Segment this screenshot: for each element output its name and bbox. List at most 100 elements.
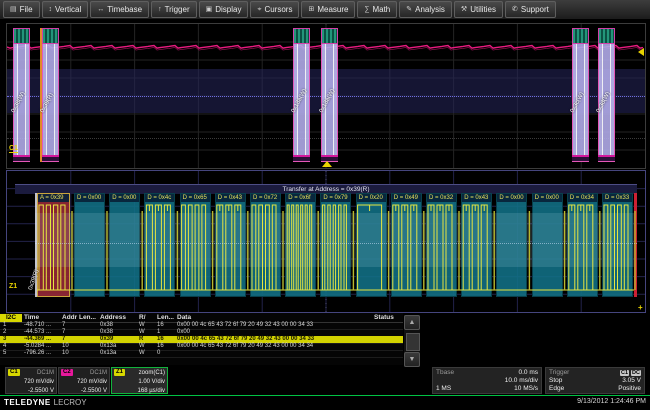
i2c-burst[interactable]: 0x13a(W) <box>321 28 338 162</box>
column-header[interactable]: Addr Len... <box>62 314 96 322</box>
menu-item-utilities[interactable]: ⚒Utilities <box>454 1 503 18</box>
burst-scl-cap <box>321 28 338 44</box>
math-icon: ∑ <box>364 6 369 13</box>
z1-title: zoom(C1) <box>139 370 165 376</box>
burst-bottom <box>572 155 589 162</box>
burst-bottom <box>598 155 615 162</box>
menu-item-measure[interactable]: ⊞Measure <box>301 1 355 18</box>
trigger-source-chip: C1 <box>620 370 629 376</box>
burst-scl-cap <box>598 28 615 44</box>
cell-rw: R <box>139 336 143 343</box>
menu-item-analysis[interactable]: ✎Analysis <box>399 1 452 18</box>
trigger-box[interactable]: Trigger C1DC Stop 3.05 V Edge Positive <box>545 367 645 394</box>
burst-scl-cap <box>293 28 310 44</box>
menu-item-support[interactable]: ✆Support <box>505 1 556 18</box>
column-header[interactable]: R/ <box>139 314 146 322</box>
cell-addr_len: 10 <box>62 350 69 357</box>
cell-rw: W <box>139 350 145 357</box>
column-header[interactable]: Address <box>100 314 126 322</box>
menu-item-trigger[interactable]: ↑Trigger <box>151 1 197 18</box>
burst-scl-cap <box>572 28 589 44</box>
cell-address: 0x38 <box>100 322 113 329</box>
trigger-time-marker[interactable] <box>322 161 332 167</box>
scroll-down-button[interactable]: ▼ <box>404 352 420 367</box>
i2c-burst[interactable]: 0x3c(W) <box>572 28 589 162</box>
column-header[interactable]: Data <box>177 314 191 322</box>
z1-descriptor-box[interactable]: Z1 zoom(C1) 1.00 V/div 168 µs/div <box>111 367 168 394</box>
trigger-coupling-chip: DC <box>631 370 641 376</box>
zoom-z1-grid[interactable]: Transfer at Address = 0x39(R) A = 0x39D … <box>6 170 646 313</box>
i2c-burst[interactable]: 0x38(W) <box>13 28 30 162</box>
burst-bottom <box>13 155 30 162</box>
scroll-up-button[interactable]: ▲ <box>404 315 420 330</box>
menu-item-label: Vertical <box>55 5 81 14</box>
i2c-tab[interactable]: I2C <box>0 314 22 322</box>
trigger-slope: Positive <box>618 385 641 392</box>
c1-chip: C1 <box>8 369 20 376</box>
row-index: 2 <box>3 329 6 336</box>
support-icon: ✆ <box>512 6 518 13</box>
cell-addr_len: 7 <box>62 322 65 329</box>
table-row[interactable]: 5-796.26 ...100x13aW0 <box>0 350 403 358</box>
tbase-delay: 0.0 ms <box>518 369 538 376</box>
cell-addr_len: 7 <box>62 329 65 336</box>
trigger-type: Edge <box>549 385 564 392</box>
cell-time: -796.26 ... <box>24 350 51 357</box>
menu-item-cursors[interactable]: ⌖Cursors <box>250 1 299 18</box>
burst-bottom <box>42 155 59 162</box>
i2c-burst[interactable]: 0x3d(W) <box>598 28 615 162</box>
menu-item-label: Support <box>521 5 549 14</box>
i2c-burst[interactable]: 0x13a(W) <box>293 28 310 162</box>
row-index: 4 <box>3 343 6 350</box>
zoom-corner-marker: + <box>638 303 643 312</box>
cell-address: 0x39 <box>100 336 113 343</box>
timebase-box[interactable]: Tbase 0.0 ms 10.0 ms/div 1 MS 10 MS/s <box>432 367 542 394</box>
c2-descriptor-box[interactable]: C2 DC1M 720 mV/div -2.5500 V <box>58 367 110 394</box>
table-scrollbar[interactable]: ▲ ▼ <box>404 315 420 367</box>
measure-icon: ⊞ <box>308 6 314 13</box>
trigger-mode: Stop <box>549 377 562 384</box>
c1-ground-marker[interactable]: C1 <box>9 145 18 153</box>
cell-time: -48.710 ... <box>24 322 51 329</box>
datetime-stamp: 9/13/2012 1:24:46 PM <box>577 398 646 405</box>
menu-item-math[interactable]: ∑Math <box>357 1 397 18</box>
menu-item-file[interactable]: ▤File <box>3 1 40 18</box>
cell-time: -44.573 ... <box>24 329 51 336</box>
column-header[interactable]: Len... <box>157 314 174 322</box>
row-index: 1 <box>3 322 6 329</box>
tbase-samples: 1 MS <box>436 385 451 392</box>
menu-item-display[interactable]: ▣Display <box>199 1 249 18</box>
cell-rw: W <box>139 343 145 350</box>
cell-data: 0x00 <box>177 329 190 336</box>
main-waveform-grid[interactable]: 0x38(W) 0x39(R) 0x13a(W) 0x13a(W) 0x3c(W) 0x3… <box>6 23 646 169</box>
c2-coupling: DC1M <box>90 370 107 376</box>
scroll-thumb[interactable] <box>406 333 420 351</box>
i2c-decode-table[interactable]: Time Addr Len... Address R/Len...Data Status… <box>0 313 403 365</box>
cell-len: 1 <box>157 329 160 336</box>
menu-item-label: Display <box>215 5 241 14</box>
menu-item-vertical[interactable]: ↕Vertical <box>42 1 89 18</box>
row-index: 5 <box>3 350 6 357</box>
status-bar: TELEDYNELECROY 9/13/2012 1:24:46 PM <box>0 395 650 406</box>
burst-scl-cap <box>42 28 59 44</box>
z1-time: 168 µs/div <box>138 388 165 394</box>
column-header[interactable]: Status <box>374 314 394 322</box>
display-icon: ▣ <box>206 6 213 13</box>
z1-marker[interactable]: Z1 <box>9 283 17 290</box>
vertical-icon: ↕ <box>49 6 53 13</box>
analysis-icon: ✎ <box>406 6 412 13</box>
trigger-label: Trigger <box>549 369 569 376</box>
cell-addr_len: 10 <box>62 343 69 350</box>
file-icon: ▤ <box>10 6 17 13</box>
column-header[interactable]: Time <box>24 314 39 322</box>
cell-len: 16 <box>157 343 164 350</box>
z1-scale: 1.00 V/div <box>138 379 165 385</box>
trigger-level-marker[interactable] <box>638 48 644 56</box>
i2c-burst[interactable]: 0x39(R) <box>42 28 59 162</box>
c1-descriptor-box[interactable]: C1 DC1M 720 mV/div -2.5500 V <box>5 367 57 394</box>
menu-item-label: Measure <box>317 5 348 14</box>
cell-len: 16 <box>157 322 164 329</box>
cell-len: 16 <box>157 336 164 343</box>
trigger-icon: ↑ <box>158 6 162 13</box>
menu-item-timebase[interactable]: ↔Timebase <box>90 1 149 18</box>
